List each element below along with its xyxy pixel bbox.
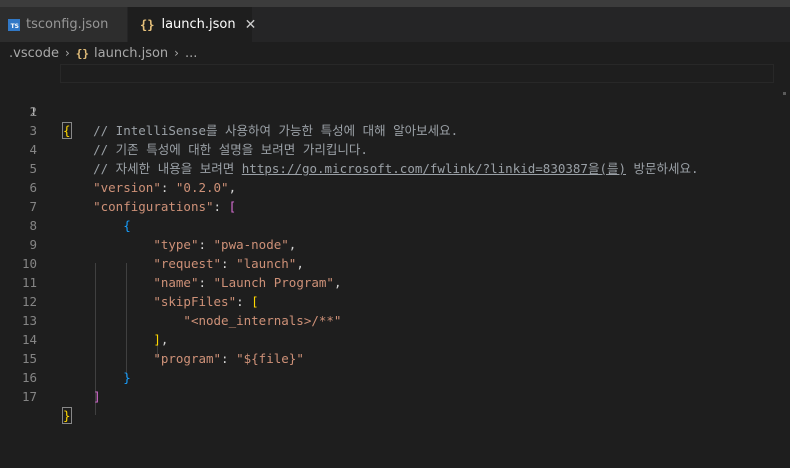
code-line: 15 } xyxy=(0,330,790,385)
json-braces-icon: {} xyxy=(75,46,90,60)
code-line: 7 { xyxy=(0,178,790,233)
code-line: 14 "program": "${file}" xyxy=(0,311,790,366)
chevron-right-icon: › xyxy=(64,46,70,60)
code-line: 16 ] xyxy=(0,349,790,404)
code-line: 4 // 자세한 내용을 보려면 https://go.microsoft.co… xyxy=(0,121,790,176)
code-line: 17 } xyxy=(0,368,790,424)
title-strip xyxy=(0,0,790,7)
chevron-right-icon: › xyxy=(174,46,179,60)
code-line: 5 "version": "0.2.0", xyxy=(0,140,790,195)
code-editor[interactable]: 1 { 2 // IntelliSense를 사용하여 가능한 특성에 대해 알… xyxy=(0,64,790,468)
typescript-file-icon: TS xyxy=(8,18,20,31)
line-number: 17 xyxy=(21,389,37,404)
code-line: 2 // IntelliSense를 사용하여 가능한 특성에 대해 알아보세요… xyxy=(0,83,790,138)
tab-label: tsconfig.json xyxy=(26,17,109,32)
overview-ruler-mark xyxy=(783,92,786,95)
breadcrumb-folder[interactable]: .vscode xyxy=(9,46,59,61)
close-brace: } xyxy=(62,407,72,424)
tab-tsconfig[interactable]: TS tsconfig.json xyxy=(0,7,127,42)
close-icon[interactable]: ✕ xyxy=(245,17,257,33)
code-line: 11 "skipFiles": [ xyxy=(0,254,790,309)
breadcrumb: .vscode › {} launch.json › ... xyxy=(0,42,790,64)
tab-label: launch.json xyxy=(161,17,236,32)
breadcrumb-more[interactable]: ... xyxy=(185,46,197,61)
current-line-highlight xyxy=(60,64,774,83)
code-line: 12 "<node_internals>/**" xyxy=(0,273,790,328)
code-line: 3 // 기존 특성에 대한 설명을 보려면 가리킵니다. xyxy=(0,102,790,157)
code-line: 1 { xyxy=(0,64,790,139)
code-line: 9 "request": "launch", xyxy=(0,216,790,271)
code-line: 6 "configurations": [ xyxy=(0,159,790,214)
code-line: 10 "name": "Launch Program", xyxy=(0,235,790,290)
json-braces-icon: {} xyxy=(140,17,155,32)
tab-launch[interactable]: {} launch.json ✕ xyxy=(128,7,256,42)
code-line: 8 "type": "pwa-node", xyxy=(0,197,790,252)
editor-scrollbar[interactable] xyxy=(773,64,790,468)
code-line: 13 ], xyxy=(0,292,790,347)
breadcrumb-file[interactable]: launch.json xyxy=(94,46,168,61)
tab-bar: TS tsconfig.json {} launch.json ✕ xyxy=(0,7,790,42)
